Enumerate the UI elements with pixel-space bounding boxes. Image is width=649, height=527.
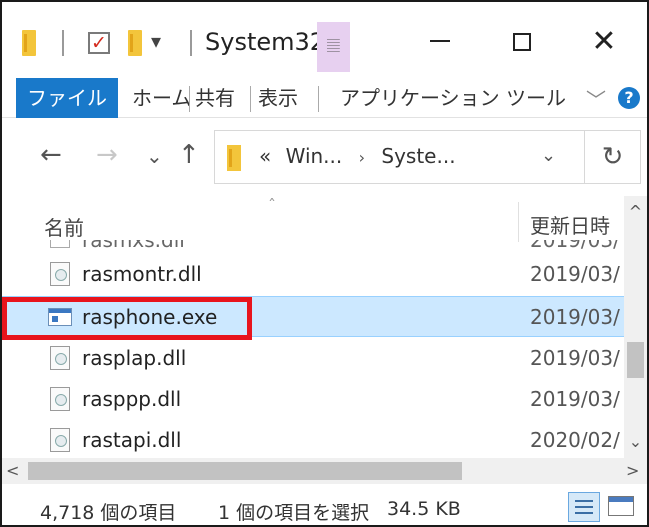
column-divider[interactable] xyxy=(518,202,519,242)
forward-button[interactable]: → xyxy=(96,140,118,170)
navigation-bar: ← → ⌄ ↑ « Win... › Syste... ⌄ ↻ xyxy=(2,118,647,196)
tab-share[interactable]: 共有 xyxy=(195,78,235,118)
column-header-name[interactable]: 名前 xyxy=(44,212,84,241)
ribbon-tab-bar: ファイル ホーム 共有 表示 アプリケーション ツール ﹀ ? xyxy=(2,78,647,118)
list-item[interactable]: rastapi.dll 2020/02/ xyxy=(2,420,624,458)
list-item[interactable]: rasmxs.dll 2019/03/ xyxy=(2,240,624,252)
selection-size: 34.5 KB xyxy=(387,498,461,520)
file-name: rasplap.dll xyxy=(82,346,187,370)
file-name: rasmxs.dll xyxy=(82,240,185,252)
address-dropdown-icon[interactable]: ⌄ xyxy=(541,145,556,166)
properties-check-icon[interactable]: ✓ xyxy=(88,32,110,54)
scroll-down-icon[interactable]: ⌄ xyxy=(624,432,647,451)
item-count: 4,718 個の項目 xyxy=(40,502,177,524)
address-overflow[interactable]: « xyxy=(259,144,271,168)
vertical-scrollbar[interactable]: ^ ⌄ xyxy=(624,196,647,458)
tab-application-tools[interactable]: アプリケーション ツール xyxy=(340,78,566,118)
tab-file[interactable]: ファイル xyxy=(16,78,118,118)
list-item[interactable]: rasppp.dll 2019/03/ xyxy=(2,379,624,420)
tab-view[interactable]: 表示 xyxy=(258,78,298,118)
close-button[interactable]: ✕ xyxy=(574,22,634,62)
file-date: 2019/03/ xyxy=(530,346,620,370)
quick-access-dropdown-icon[interactable]: ▾ xyxy=(151,29,161,53)
folder-icon xyxy=(227,145,241,171)
file-date: 2019/03/ xyxy=(530,262,620,286)
dll-file-icon xyxy=(50,262,70,286)
address-bar[interactable]: « Win... › Syste... ⌄ xyxy=(214,130,585,184)
file-list: ˆ 名前 更新日時 rasmxs.dll 2019/03/ rasmontr.d… xyxy=(2,196,647,458)
up-button[interactable]: ↑ xyxy=(178,140,200,170)
file-name: rasppp.dll xyxy=(82,387,182,411)
file-date: 2020/02/ xyxy=(530,428,620,452)
file-name: rasmontr.dll xyxy=(82,262,202,286)
dll-file-icon xyxy=(50,387,70,411)
folder-icon xyxy=(22,30,36,56)
list-item[interactable]: rasmontr.dll 2019/03/ xyxy=(2,254,624,295)
vertical-scroll-thumb[interactable] xyxy=(627,342,644,378)
status-bar: 4,718 個の項目 1 個の項目を選択 34.5 KB xyxy=(2,484,647,525)
list-item[interactable]: rasplap.dll 2019/03/ xyxy=(2,338,624,379)
window-title: System32 xyxy=(205,28,326,56)
file-name: rastapi.dll xyxy=(82,428,182,452)
scroll-left-icon[interactable]: < xyxy=(6,461,19,480)
breadcrumb-system32[interactable]: Syste... xyxy=(381,144,455,168)
tab-separator xyxy=(250,86,251,112)
details-view-icon[interactable] xyxy=(568,492,600,522)
tab-separator xyxy=(189,86,190,112)
file-name: rasphone.exe xyxy=(82,305,218,329)
dll-file-icon xyxy=(50,428,70,452)
scroll-up-icon[interactable]: ^ xyxy=(624,202,647,221)
breadcrumb-separator-icon[interactable]: › xyxy=(359,148,365,167)
breadcrumb-windows[interactable]: Win... xyxy=(286,144,343,168)
new-folder-icon[interactable] xyxy=(128,30,142,56)
column-header-date-modified[interactable]: 更新日時 xyxy=(530,210,610,239)
quick-access-separator xyxy=(62,30,64,56)
selection-count: 1 個の項目を選択 xyxy=(218,502,370,524)
file-icon xyxy=(50,240,70,248)
scroll-right-icon[interactable]: > xyxy=(626,461,639,480)
maximize-button[interactable] xyxy=(492,22,552,62)
ribbon-collapse-icon[interactable]: ﹀ xyxy=(586,84,606,113)
exe-file-icon xyxy=(48,308,72,326)
application-tools-context-tab: 𝄚 xyxy=(317,22,350,72)
address-path: « Win... › Syste... xyxy=(259,144,456,168)
tab-home[interactable]: ホーム xyxy=(132,78,191,118)
help-icon[interactable]: ? xyxy=(618,87,640,109)
sort-indicator-icon: ˆ xyxy=(268,196,276,215)
file-explorer-window: ✓ ▾ System32 𝄚 ✕ ファイル ホーム 共有 表示 アプリケーション… xyxy=(0,0,649,527)
application-tools-icon: 𝄚 xyxy=(327,36,340,55)
minimize-button[interactable] xyxy=(410,22,470,62)
title-separator xyxy=(190,30,192,56)
refresh-button[interactable]: ↻ xyxy=(585,130,641,184)
file-date: 2019/03/ xyxy=(530,305,620,329)
tab-separator xyxy=(318,86,319,112)
file-date: 2019/03/ xyxy=(530,387,620,411)
column-header-row: ˆ 名前 更新日時 xyxy=(2,196,624,242)
minimize-icon xyxy=(430,40,450,42)
horizontal-scrollbar[interactable]: < > xyxy=(2,458,647,484)
large-icons-view-icon[interactable] xyxy=(608,496,634,516)
dll-file-icon xyxy=(50,346,70,370)
list-item-selected[interactable]: rasphone.exe 2019/03/ xyxy=(2,296,624,337)
file-date: 2019/03/ xyxy=(530,240,620,252)
back-button[interactable]: ← xyxy=(40,140,62,170)
horizontal-scroll-thumb[interactable] xyxy=(28,462,462,480)
recent-locations-icon[interactable]: ⌄ xyxy=(146,144,163,168)
title-bar: ✓ ▾ System32 𝄚 ✕ xyxy=(2,2,647,78)
maximize-icon xyxy=(513,33,531,51)
